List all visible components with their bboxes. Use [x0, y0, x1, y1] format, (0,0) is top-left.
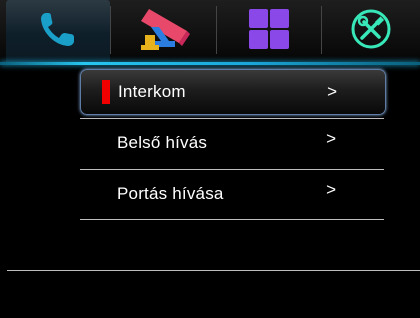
menu-item-label: Portás hívása: [117, 184, 224, 203]
tab-security-camera[interactable]: [111, 0, 216, 62]
security-camera-icon: [135, 5, 193, 58]
chevron-right-icon: >: [326, 180, 336, 199]
tab-apps[interactable]: [217, 0, 321, 62]
tab-settings[interactable]: [322, 0, 420, 62]
menu-item-label: Belső hívás: [117, 133, 208, 152]
menu-item-interkom[interactable]: Interkom >: [80, 69, 386, 115]
apps-grid-icon: [247, 7, 291, 56]
menu-divider: [80, 118, 384, 119]
tools-settings-icon: [350, 8, 392, 55]
bottom-divider: [7, 270, 420, 271]
tab-phone[interactable]: [6, 0, 110, 62]
active-tab-underline: [0, 62, 420, 65]
menu-divider: [80, 169, 384, 170]
chevron-right-icon: >: [326, 129, 336, 148]
menu-item-belso-hivas[interactable]: Belső hívás >: [80, 121, 384, 165]
menu-item-portas-hivasa[interactable]: Portás hívása >: [80, 172, 384, 216]
menu-divider: [80, 219, 384, 220]
selection-marker: [102, 80, 110, 104]
menu-item-label: Interkom: [118, 82, 186, 101]
chevron-right-icon: >: [327, 82, 337, 101]
top-nav-bar: [0, 0, 420, 64]
phone-icon: [36, 7, 80, 56]
